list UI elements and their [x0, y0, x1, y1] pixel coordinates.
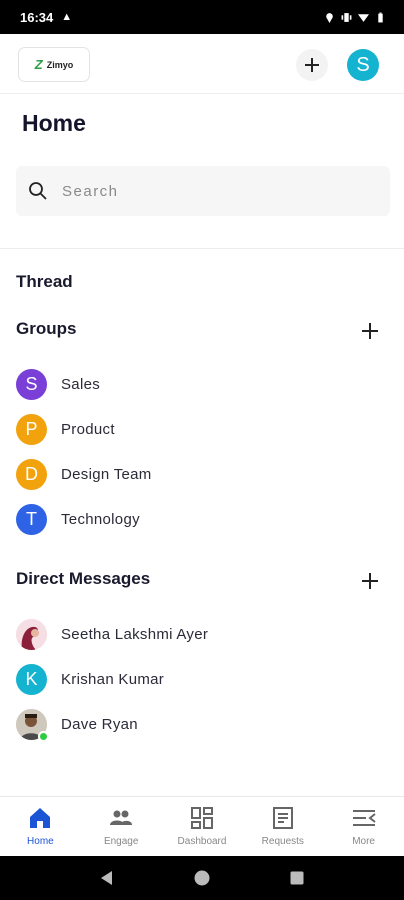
group-item-design-team[interactable]: D Design Team [16, 458, 152, 490]
back-icon[interactable] [98, 869, 116, 887]
nav-label: Requests [261, 836, 304, 847]
group-name: Technology [61, 510, 140, 528]
search-input[interactable] [62, 182, 342, 200]
group-name: Sales [61, 375, 101, 393]
dm-item-dave[interactable]: Dave Ryan [16, 708, 138, 742]
group-name: Design Team [61, 465, 152, 483]
status-time: 16:34 [20, 9, 54, 25]
wifi-icon [358, 13, 369, 22]
status-bar: 16:34 ▲ [0, 0, 404, 34]
profile-initial: S [356, 53, 370, 76]
logo-text: Zimyo [46, 59, 74, 70]
direct-messages-heading: Direct Messages [16, 569, 151, 588]
user-photo-icon [16, 618, 47, 650]
more-icon [352, 810, 376, 826]
dm-name: Krishan Kumar [61, 670, 165, 688]
system-nav-bar [0, 856, 404, 900]
group-item-product[interactable]: P Product [16, 413, 115, 445]
dm-item-krishan[interactable]: K Krishan Kumar [16, 663, 164, 695]
groups-heading: Groups [16, 319, 77, 338]
nav-engage[interactable]: Engage [81, 797, 162, 856]
group-avatar: T [16, 503, 47, 535]
nav-label: Dashboard [177, 836, 227, 847]
people-icon [110, 810, 133, 825]
requests-icon [272, 807, 293, 829]
company-logo[interactable]: Z Zimyo [18, 47, 90, 82]
bottom-nav: Home Engage Dashboard Requests More [0, 796, 404, 856]
home-icon [30, 808, 51, 828]
add-message-icon[interactable] [359, 570, 381, 592]
nav-label: Engage [103, 836, 139, 847]
zimyo-logo-icon: Z [34, 57, 43, 72]
dm-item-seetha[interactable]: Seetha Lakshmi Ayer [16, 618, 208, 650]
status-icons [324, 12, 386, 23]
app-header: Z Zimyo S [0, 34, 404, 94]
group-name: Product [61, 420, 115, 438]
user-avatar [16, 708, 49, 742]
online-status-dot [38, 730, 49, 742]
section-divider [0, 248, 404, 249]
battery-icon [378, 12, 383, 22]
home-circle-icon[interactable] [193, 869, 211, 887]
vibrate-icon [341, 12, 352, 22]
dashboard-icon [190, 807, 213, 829]
user-avatar: K [16, 663, 47, 695]
search-bar[interactable] [16, 166, 390, 216]
profile-avatar[interactable]: S [347, 49, 379, 81]
plus-icon [305, 58, 319, 72]
group-avatar: P [16, 413, 47, 445]
add-group-icon[interactable] [359, 320, 381, 342]
location-icon [326, 12, 333, 23]
search-icon [29, 182, 47, 200]
dm-name: Dave Ryan [61, 715, 138, 733]
alert-icon: ▲ [61, 11, 73, 23]
group-item-technology[interactable]: T Technology [16, 503, 140, 535]
thread-link[interactable]: Thread [16, 272, 73, 292]
dm-name: Seetha Lakshmi Ayer [61, 625, 209, 643]
nav-home[interactable]: Home [0, 797, 81, 856]
nav-more[interactable]: More [323, 797, 404, 856]
nav-dashboard[interactable]: Dashboard [162, 797, 243, 856]
create-button[interactable] [296, 49, 328, 81]
nav-label: Home [27, 836, 54, 847]
recents-icon[interactable] [288, 869, 306, 887]
user-avatar [16, 618, 47, 650]
nav-label: More [352, 836, 375, 847]
group-avatar: D [16, 458, 47, 490]
page-title: Home [22, 110, 86, 136]
group-avatar: S [16, 368, 47, 400]
nav-requests[interactable]: Requests [242, 797, 323, 856]
group-item-sales[interactable]: S Sales [16, 368, 100, 400]
